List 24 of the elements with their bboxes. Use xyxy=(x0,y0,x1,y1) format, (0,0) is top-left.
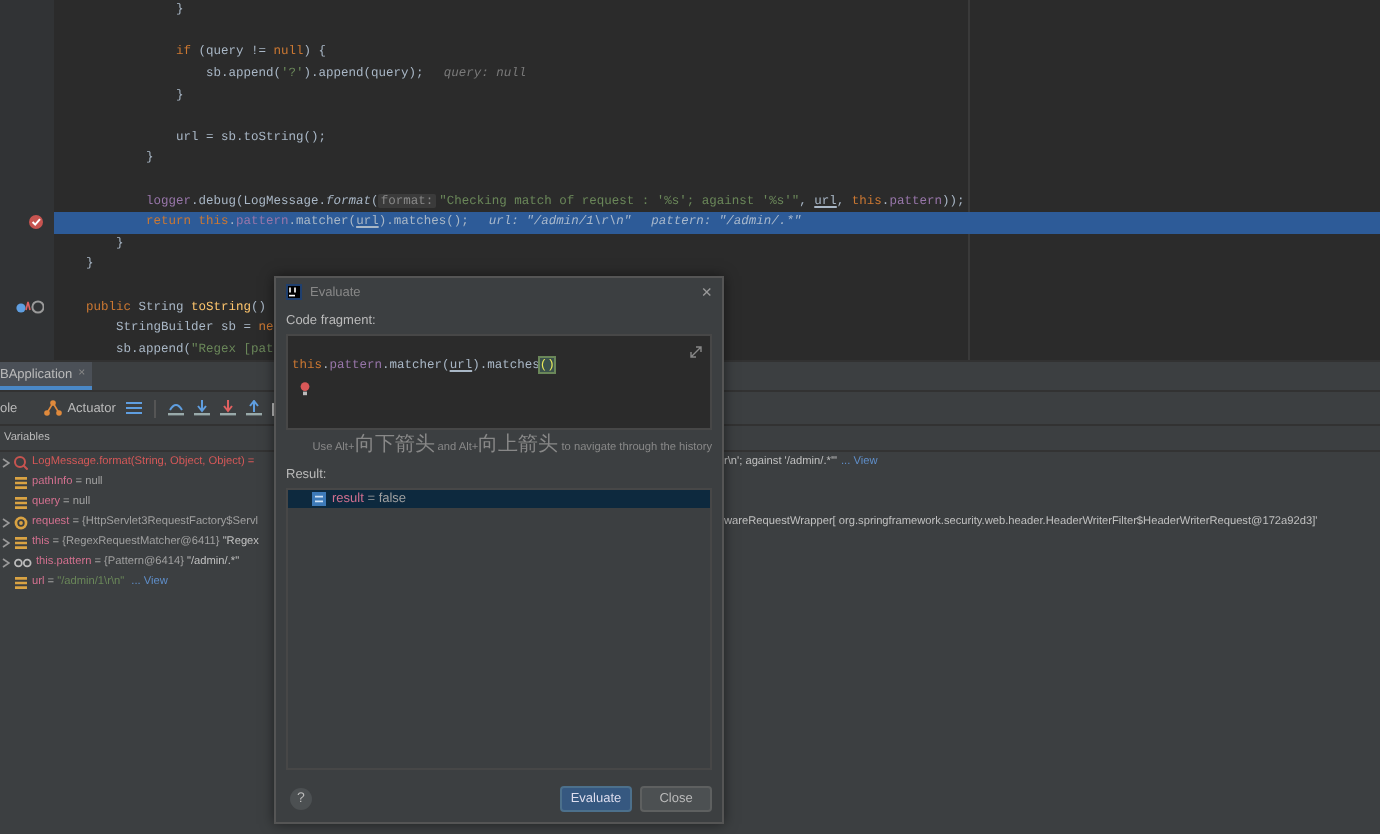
field-icon xyxy=(14,495,28,509)
lightbulb-icon[interactable] xyxy=(300,382,310,396)
field-icon xyxy=(14,475,28,489)
step-into-icon[interactable] xyxy=(193,400,210,416)
override-icon[interactable] xyxy=(16,300,44,315)
field-icon xyxy=(14,575,28,589)
close-button[interactable]: × xyxy=(701,283,712,301)
expand-icon[interactable] xyxy=(1,457,9,467)
method-return-icon xyxy=(14,455,28,469)
app-icon xyxy=(286,284,302,300)
force-step-into-icon[interactable] xyxy=(219,400,236,416)
watch-icon xyxy=(14,555,32,569)
field-icon xyxy=(14,535,28,549)
expand-icon[interactable] xyxy=(1,517,9,527)
step-over-icon[interactable] xyxy=(167,400,184,416)
step-out-icon[interactable] xyxy=(245,400,262,416)
breakpoint-icon[interactable] xyxy=(28,214,44,231)
expand-icon[interactable] xyxy=(1,537,9,547)
expand-icon[interactable] xyxy=(1,557,9,567)
expand-icon[interactable] xyxy=(690,346,702,358)
parameter-icon xyxy=(14,515,28,529)
boolean-icon xyxy=(312,492,326,506)
menu-icon[interactable] xyxy=(125,400,142,416)
network-icon xyxy=(43,400,62,416)
